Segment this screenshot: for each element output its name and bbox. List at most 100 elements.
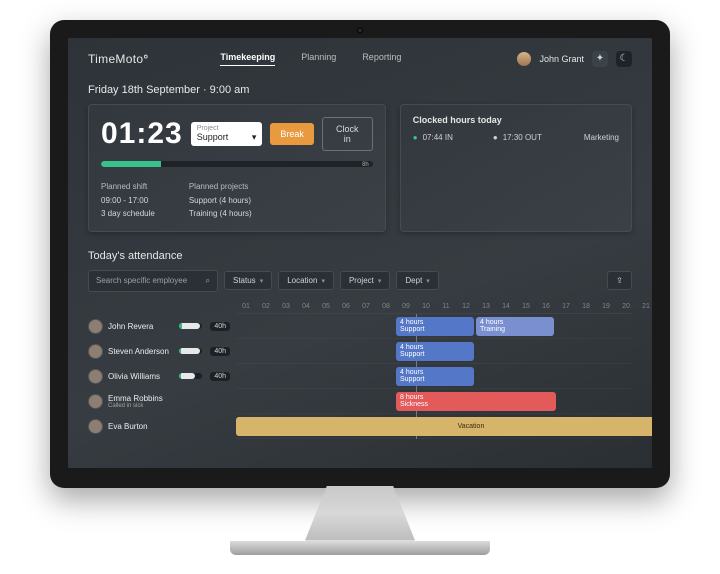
hour-tick: 20: [616, 303, 636, 310]
schedule-block[interactable]: 4 hoursSupport: [396, 367, 474, 386]
filter-location[interactable]: Location▾: [278, 271, 334, 290]
schedule-block[interactable]: Vacation: [236, 417, 652, 436]
hour-axis: 0102030405060708091011121314151617181920…: [236, 300, 632, 314]
search-placeholder: Search specific employee: [96, 276, 187, 285]
page-datetime: Friday 18th September · 9:00 am: [88, 84, 632, 96]
dark-mode-icon[interactable]: ☾: [616, 51, 632, 67]
timeline-lane: 8 hoursSickness: [236, 389, 632, 414]
timeline-lane: 4 hoursSupport: [236, 364, 632, 389]
nav-planning[interactable]: Planning: [301, 52, 336, 66]
employee-row[interactable]: John Revera 40h: [88, 314, 236, 339]
monitor-bezel: TimeMoto° Timekeeping Planning Reporting…: [50, 20, 670, 488]
employee-name: John Revera: [108, 322, 170, 331]
hour-tick: 08: [376, 303, 396, 310]
topbar-right: John Grant ✦ ☾: [517, 51, 632, 67]
clock-in-button[interactable]: Clock in: [322, 117, 373, 151]
monitor-frame: TimeMoto° Timekeeping Planning Reporting…: [50, 20, 670, 555]
chevron-down-icon: ▾: [321, 277, 325, 285]
planned-projects-title: Planned projects: [189, 181, 252, 194]
planned-shift-title: Planned shift: [101, 181, 155, 194]
screen: TimeMoto° Timekeeping Planning Reporting…: [68, 38, 652, 468]
employee-name: Emma Robbins: [108, 394, 170, 403]
schedule-block[interactable]: 4 hoursSupport: [396, 317, 474, 336]
timeline-lane: 4 hoursSupport4 hoursTraining: [236, 314, 632, 339]
filter-dept[interactable]: Dept▾: [396, 271, 438, 290]
hour-tick: 02: [256, 303, 276, 310]
chevron-down-icon: ▾: [260, 277, 264, 285]
employee-name: Olivia Williams: [108, 372, 170, 381]
hours-bar: [179, 348, 202, 354]
hour-tick: 11: [436, 303, 456, 310]
hour-tick: 17: [556, 303, 576, 310]
chevron-down-icon: ▾: [426, 277, 430, 285]
filter-project[interactable]: Project▾: [340, 271, 390, 290]
app-root: TimeMoto° Timekeeping Planning Reporting…: [68, 38, 652, 468]
user-name: John Grant: [539, 54, 584, 64]
employee-row[interactable]: Olivia Williams 40h: [88, 364, 236, 389]
clocked-hours-card: Clocked hours today 07:44 IN 17:30 OUT M…: [400, 104, 632, 232]
planned-shift: Planned shift 09:00 - 17:00 3 day schedu…: [101, 181, 155, 221]
schedule-block[interactable]: 4 hoursSupport: [396, 342, 474, 361]
webcam-icon: [357, 27, 364, 34]
employee-row[interactable]: Steven Anderson40h: [88, 339, 236, 364]
brand-part-a: Time: [88, 52, 115, 66]
employee-column: John Revera40hSteven Anderson40hOlivia W…: [88, 300, 236, 439]
avatar: [88, 344, 103, 359]
filter-status[interactable]: Status▾: [224, 271, 272, 290]
search-icon: ⌕: [206, 276, 210, 286]
hours-bar: [179, 373, 202, 379]
planned-projects: Planned projects Support (4 hours) Train…: [189, 181, 252, 221]
schedule-block[interactable]: 4 hoursTraining: [476, 317, 554, 336]
employee-name: Eva Burton: [108, 422, 170, 431]
hour-tick: 16: [536, 303, 556, 310]
project-select-value: Support: [197, 132, 229, 143]
chevron-down-icon: ▾: [252, 132, 257, 143]
hour-tick: 09: [396, 303, 416, 310]
shift-progress-end: 8h: [362, 162, 369, 167]
hour-tick: 18: [576, 303, 596, 310]
hour-tick: 21: [636, 303, 652, 310]
break-button[interactable]: Break: [270, 123, 314, 145]
hours-badge: 40h: [210, 372, 230, 381]
shift-progress-fill: [101, 161, 161, 167]
timeline-lane: Vacation: [236, 414, 632, 439]
avatar: [88, 319, 103, 334]
hours-badge: 40h: [210, 347, 230, 356]
employee-row[interactable]: Emma RobbinsCalled in sick: [88, 389, 236, 414]
planned-project-1: Support (4 hours): [189, 195, 252, 208]
brand-part-b: Moto: [115, 52, 143, 66]
project-select[interactable]: Project Support▾: [191, 122, 263, 146]
hour-tick: 07: [356, 303, 376, 310]
clocked-dept: Marketing: [584, 133, 619, 142]
export-icon: ⇪: [616, 276, 623, 285]
export-button[interactable]: ⇪: [607, 271, 632, 290]
hours-badge: 40h: [210, 322, 230, 331]
summary-cards: 01:23 Project Support▾ Break Clock in 8h: [88, 104, 632, 232]
clocked-hours-entries: 07:44 IN 17:30 OUT Marketing: [413, 133, 619, 142]
hour-tick: 19: [596, 303, 616, 310]
notifications-icon[interactable]: ✦: [592, 51, 608, 67]
planned-project-2: Training (4 hours): [189, 208, 252, 221]
hour-tick: 13: [476, 303, 496, 310]
employee-row[interactable]: Eva Burton: [88, 414, 236, 439]
topbar: TimeMoto° Timekeeping Planning Reporting…: [88, 48, 632, 70]
employee-status: Called in sick: [108, 403, 170, 409]
brand-logo: TimeMoto°: [88, 52, 148, 66]
shift-progress: 8h: [101, 161, 373, 167]
search-input[interactable]: Search specific employee ⌕: [88, 270, 218, 292]
avatar: [88, 394, 103, 409]
planned-row: Planned shift 09:00 - 17:00 3 day schedu…: [101, 181, 373, 221]
clocked-hours-title: Clocked hours today: [413, 115, 619, 125]
hour-tick: 06: [336, 303, 356, 310]
nav-reporting[interactable]: Reporting: [362, 52, 401, 66]
schedule-block[interactable]: 8 hoursSickness: [396, 392, 556, 411]
main-nav: Timekeeping Planning Reporting: [220, 52, 401, 66]
planned-shift-hours: 09:00 - 17:00: [101, 195, 155, 208]
hours-bar: [179, 323, 202, 329]
nav-timekeeping[interactable]: Timekeeping: [220, 52, 275, 66]
hour-tick: 14: [496, 303, 516, 310]
attendance-title: Today's attendance: [88, 250, 632, 262]
hour-tick: 05: [316, 303, 336, 310]
planned-shift-schedule: 3 day schedule: [101, 208, 155, 221]
avatar[interactable]: [517, 52, 531, 66]
